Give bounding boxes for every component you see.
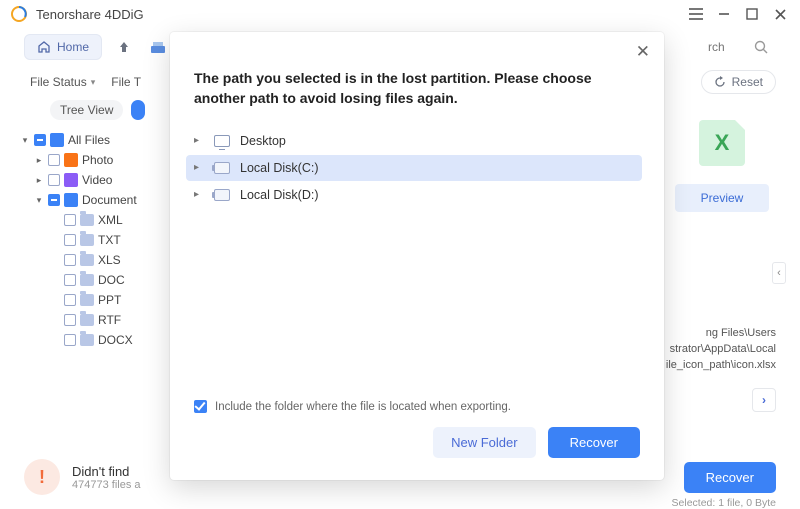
search-box[interactable] [656, 36, 776, 58]
chevron-right-icon: ▸ [194, 135, 204, 146]
maximize-icon[interactable] [742, 4, 762, 24]
tree-all-files[interactable]: ▾ All Files [20, 130, 168, 150]
folder-icon [80, 294, 94, 306]
search-icon [754, 40, 768, 54]
next-page-button[interactable]: › [752, 388, 776, 412]
reset-button[interactable]: Reset [701, 70, 776, 94]
folder-icon [80, 334, 94, 346]
excel-x-icon: X [715, 130, 730, 156]
bottom-text: Didn't find 474773 files a [72, 464, 141, 491]
minimize-icon[interactable] [714, 4, 734, 24]
collapse-handle[interactable]: ‹ [772, 262, 786, 284]
dialog-recover-button[interactable]: Recover [548, 427, 640, 458]
home-button[interactable]: Home [24, 34, 102, 60]
tree-photo[interactable]: ▸ Photo [34, 150, 168, 170]
reset-icon [714, 76, 726, 88]
chevron-down-icon: ▾ [34, 195, 44, 206]
disk-icon [214, 162, 230, 174]
preview-button[interactable]: Preview [675, 184, 770, 212]
file-tree: ▾ All Files ▸ Photo ▸ Video [20, 130, 168, 350]
video-icon [64, 173, 78, 187]
file-type-badge: X [699, 120, 745, 166]
tree-doc-doc[interactable]: DOC [50, 270, 168, 290]
photo-icon [64, 153, 78, 167]
path-list: ▸Desktop▸Local Disk(C:)▸Local Disk(D:) [170, 127, 664, 392]
folder-icon [80, 274, 94, 286]
chevron-right-icon: ▸ [194, 162, 204, 173]
disk-icon [214, 189, 230, 201]
desktop-icon [214, 135, 230, 147]
warning-badge: ! [24, 459, 60, 495]
folder-icon [80, 254, 94, 266]
app-title: Tenorshare 4DDiG [36, 7, 144, 22]
not-found-title: Didn't find [72, 464, 141, 479]
sidebar: Tree View ▾ All Files ▸ Photo ▸ [0, 94, 174, 509]
menu-icon[interactable] [686, 4, 706, 24]
checkbox[interactable] [64, 294, 76, 306]
recover-main-button[interactable]: Recover [684, 462, 776, 493]
tree-doc-xml[interactable]: XML [50, 210, 168, 230]
checkbox-indeterminate[interactable] [48, 194, 60, 206]
selection-info: Selected: 1 file, 0 Byte [672, 497, 776, 509]
checkbox[interactable] [64, 274, 76, 286]
tree-doc-txt[interactable]: TXT [50, 230, 168, 250]
checkbox[interactable] [64, 234, 76, 246]
file-type-filter[interactable]: File T [111, 75, 141, 89]
checkbox[interactable] [64, 334, 76, 346]
dialog-buttons: New Folder Recover [170, 427, 664, 480]
new-folder-button[interactable]: New Folder [433, 427, 535, 458]
checkbox[interactable] [64, 314, 76, 326]
dialog-close-button[interactable]: ✕ [636, 42, 650, 62]
view-tabs: Tree View [20, 94, 168, 130]
tab-active[interactable] [131, 100, 145, 120]
not-found-subtitle: 474773 files a [72, 479, 141, 491]
include-folder-option[interactable]: Include the folder where the file is loc… [170, 392, 664, 427]
checkbox[interactable] [48, 154, 60, 166]
path-row-desktop[interactable]: ▸Desktop [186, 128, 642, 154]
path-row-local-disk-d-[interactable]: ▸Local Disk(D:) [186, 182, 642, 208]
title-bar: Tenorshare 4DDiG [0, 0, 800, 28]
checkbox-indeterminate[interactable] [34, 134, 46, 146]
up-button[interactable] [112, 35, 136, 59]
tree-video[interactable]: ▸ Video [34, 170, 168, 190]
folder-icon [80, 214, 94, 226]
document-icon [64, 193, 78, 207]
allfiles-icon [50, 133, 64, 147]
chevron-right-icon: ▸ [194, 189, 204, 200]
tree-doc-docx[interactable]: DOCX [50, 330, 168, 350]
chevron-down-icon: ▾ [91, 77, 96, 88]
search-input[interactable] [708, 40, 748, 54]
checkbox-checked[interactable] [194, 400, 207, 413]
home-label: Home [57, 40, 89, 54]
preview-panel: X Preview [668, 120, 776, 212]
folder-icon [80, 314, 94, 326]
dialog-message: The path you selected is in the lost par… [170, 32, 664, 127]
tab-tree-view[interactable]: Tree View [50, 100, 123, 120]
include-folder-label: Include the folder where the file is loc… [215, 401, 511, 413]
chevron-down-icon: ▾ [20, 135, 30, 146]
home-icon [37, 40, 51, 54]
file-status-filter[interactable]: File Status ▾ [30, 75, 95, 89]
recover-path-dialog: ✕ The path you selected is in the lost p… [170, 32, 664, 480]
tree-doc-ppt[interactable]: PPT [50, 290, 168, 310]
tree-doc-rtf[interactable]: RTF [50, 310, 168, 330]
file-path-partial: ng Files\Users strator\AppData\Local ile… [664, 326, 776, 374]
chevron-right-icon: ▸ [34, 175, 44, 186]
tree-document[interactable]: ▾ Document [34, 190, 168, 210]
chevron-right-icon: ▸ [34, 155, 44, 166]
checkbox[interactable] [64, 254, 76, 266]
tool-button[interactable] [146, 35, 170, 59]
folder-icon [80, 234, 94, 246]
app-logo [10, 5, 28, 23]
checkbox[interactable] [48, 174, 60, 186]
path-row-local-disk-c-[interactable]: ▸Local Disk(C:) [186, 155, 642, 181]
tree-doc-xls[interactable]: XLS [50, 250, 168, 270]
close-icon[interactable] [770, 4, 790, 24]
checkbox[interactable] [64, 214, 76, 226]
